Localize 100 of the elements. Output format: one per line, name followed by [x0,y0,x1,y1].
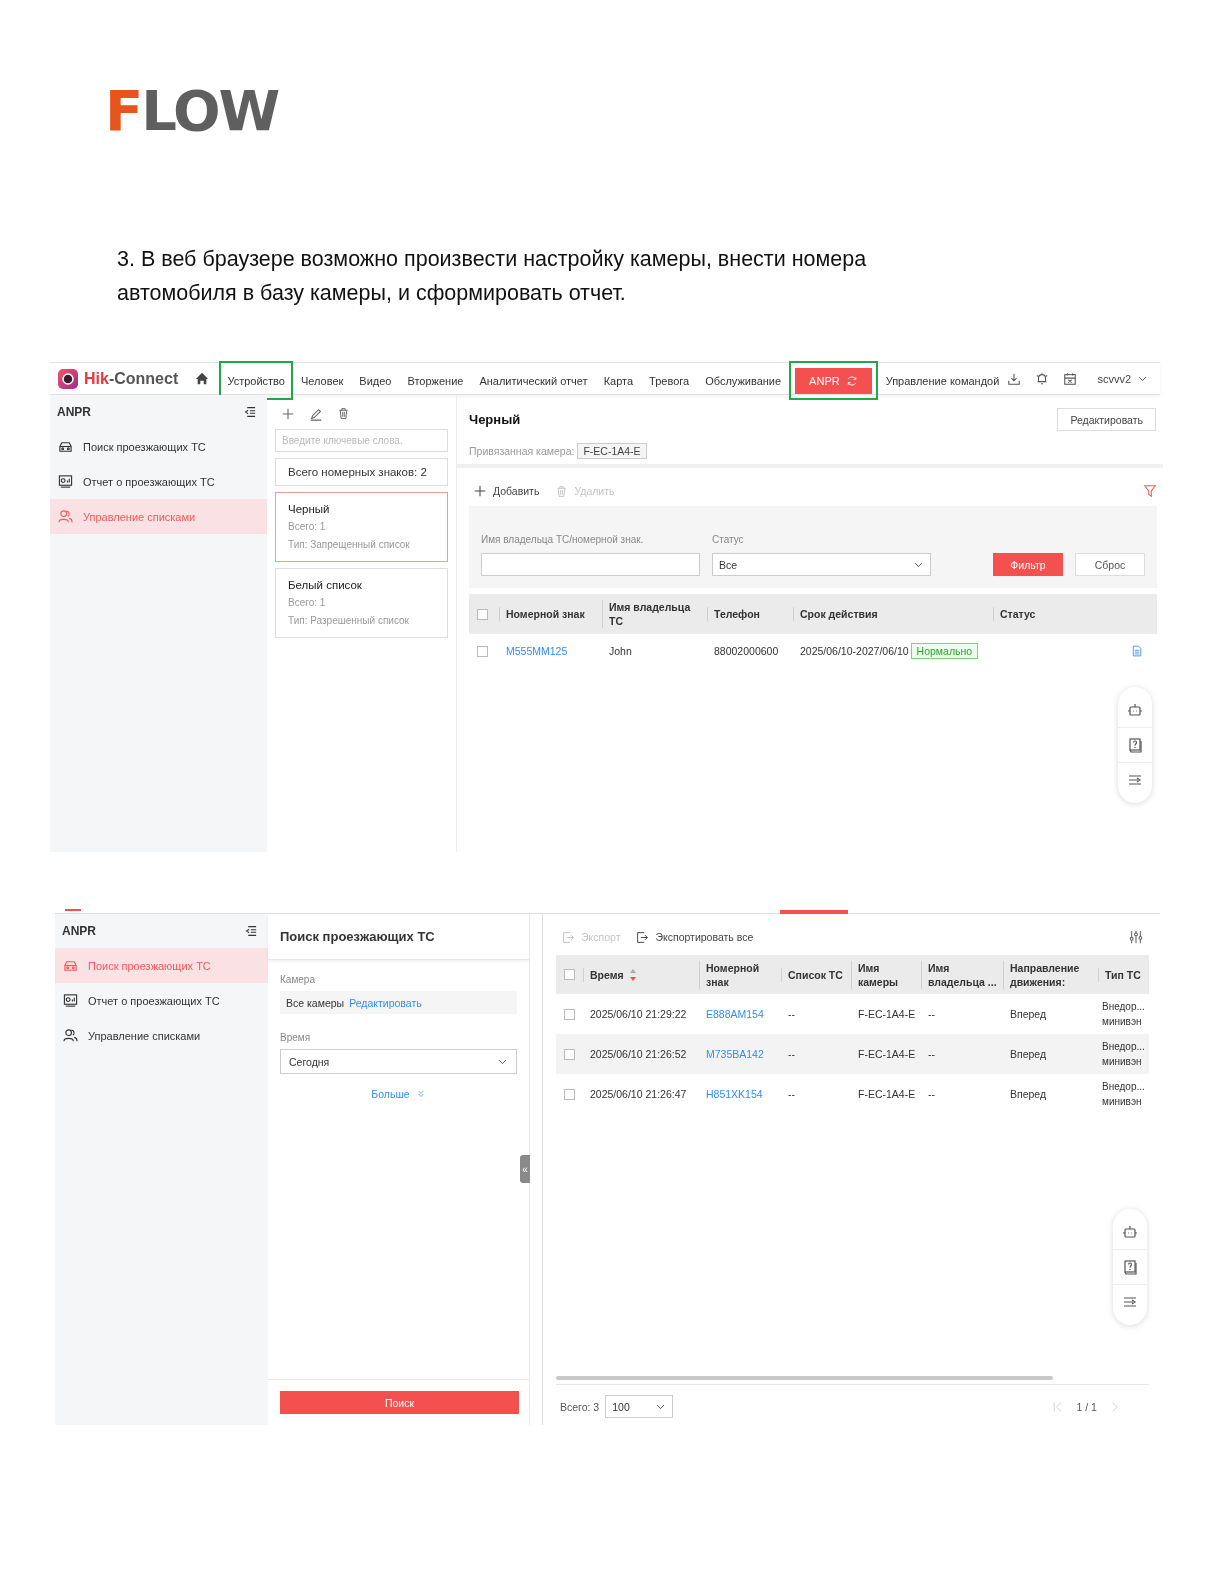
sidebar-item[interactable]: Отчет о проезжающих ТС [55,983,268,1018]
car-icon [57,439,74,454]
table-cell: -- [928,1048,935,1060]
plate-link[interactable]: E888AM154 [706,1008,764,1020]
list-arrow-icon [1127,772,1143,788]
download-icon [1007,371,1022,386]
column-header: Статус [1000,608,1036,620]
filter-icon [1143,484,1157,498]
checkbox[interactable] [564,1008,575,1020]
nav-tab[interactable]: Видео [357,367,394,394]
bell-icon [1035,371,1050,386]
double-chevron-icon [415,1089,426,1099]
settings-icon [1128,930,1143,944]
owner-field[interactable] [481,553,700,576]
panel-title: Поиск проезжающих ТС [268,914,529,960]
table-cell: 88002000600 [714,645,779,657]
column-header: Телефон [714,608,760,620]
column-header: Номерной знак [506,608,585,620]
plus-icon [281,407,295,421]
list-card[interactable]: Черный Всего: 1 Тип: Запрещенный список [275,492,448,562]
nav-tab[interactable]: Тревога [647,367,692,394]
checkbox[interactable] [477,608,488,620]
toolbar-button[interactable]: Экспортировать все [636,930,754,944]
refresh-icon [845,374,858,387]
nav-tab[interactable]: Управление командой [883,367,1002,394]
robot-icon [1127,702,1143,718]
page-size-dropdown[interactable]: 100 [605,1395,674,1418]
pencil-icon [309,407,323,421]
list-card[interactable]: Белый список Всего: 1 Тип: Разрешенный список [275,568,448,638]
checkbox[interactable] [564,969,575,980]
toolbar-button[interactable]: Добавить [473,484,540,498]
nav-tab[interactable]: Вторжение [405,367,466,394]
export-icon [636,930,650,944]
column-header: Имя камеры [858,961,899,988]
nav-tab[interactable]: Обслуживание [703,367,784,394]
plate-link[interactable]: H851XK154 [706,1088,763,1100]
people-icon [62,1028,79,1043]
column-header: Имя владельца ТС [609,601,691,627]
column-header: Список ТС [788,968,843,981]
table-cell: John [609,645,632,657]
nav-tab[interactable]: Аналитический отчет [477,367,590,394]
robot-icon [1122,1224,1138,1240]
sidebar-item[interactable]: Поиск проезжающих ТС [50,429,267,464]
table-cell: Вперед [1010,1048,1047,1060]
instruction-text: 3. В веб браузере возможно произвести настройку камеры, внести номера автомобиля в базу камеры, и сформировать отчет. [117,246,868,307]
app-name: Hik-Connect [84,369,179,388]
status-badge: Нормально [910,643,979,659]
table-cell: -- [788,1048,795,1060]
car-icon [62,958,79,973]
sort-icon[interactable] [628,967,637,982]
chart-monitor-icon [62,993,79,1008]
table-cell: -- [928,1088,935,1100]
reset-button[interactable]: Сброс [1075,553,1145,576]
app-logo-icon [58,368,78,389]
trash-icon [337,407,350,420]
table-cell: 2025/06/10 21:26:52 [590,1048,687,1060]
status-dropdown[interactable]: Все [712,553,931,576]
camera-value: Все камеры [286,996,345,1009]
table-cell: F-EC-1A4-E [858,1008,916,1020]
table-cell: Внедор... минивэн [1102,1081,1145,1107]
checkbox[interactable] [477,645,488,657]
calendar-icon [1063,371,1078,386]
checkbox[interactable] [564,1088,575,1100]
sidebar-title: ANPR [62,924,96,938]
total-count: Всего: 3 [560,1400,600,1413]
plus-icon [473,484,487,498]
column-header: Направление движения: [1010,961,1080,988]
table-cell: Внедор... минивэн [1102,1001,1145,1027]
user-menu[interactable]: scvvv2 [1091,371,1154,386]
column-header: Срок действия [800,608,878,620]
table-cell: Вперед [1010,1008,1047,1020]
total-count: Всего номерных знаков: 2 [275,458,448,486]
table-cell: -- [788,1088,795,1100]
field-label: Статус [712,534,745,545]
table-cell: F-EC-1A4-E [858,1088,916,1100]
column-header: Тип ТС [1105,968,1141,981]
sidebar-item[interactable]: Отчет о проезжающих ТС [50,464,267,499]
home-icon[interactable] [195,372,210,385]
field-label: Время [280,1032,312,1043]
column-header: Номерной знак [706,961,760,988]
search-field[interactable]: Введите ключевые слова. [275,429,448,452]
table-cell: 2025/06/10 21:29:22 [590,1008,687,1020]
table-cell: 2025/06/10 21:26:47 [590,1088,687,1100]
time-dropdown[interactable]: Сегодня [280,1049,517,1074]
sidebar-item[interactable]: Управление списками [55,1018,268,1053]
people-icon [57,509,74,524]
nav-tab[interactable]: Человек [298,367,346,394]
nav-tab[interactable]: Карта [601,367,636,394]
table-cell: Внедор... минивэн [1102,1041,1145,1067]
scrollbar[interactable] [556,1376,1053,1380]
edit-button[interactable]: Редактировать [1057,408,1156,431]
nav-tab[interactable]: Устройство [225,367,287,394]
sidebar-title: ANPR [57,405,91,419]
checkbox[interactable] [564,1048,575,1060]
table-cell: -- [928,1008,935,1020]
table-cell: F-EC-1A4-E [858,1048,916,1060]
table-cell: -- [788,1008,795,1020]
camera-label: Привязанная камера: [469,445,575,457]
column-header: Имя владельца ... [928,961,997,988]
chart-monitor-icon [57,474,74,489]
